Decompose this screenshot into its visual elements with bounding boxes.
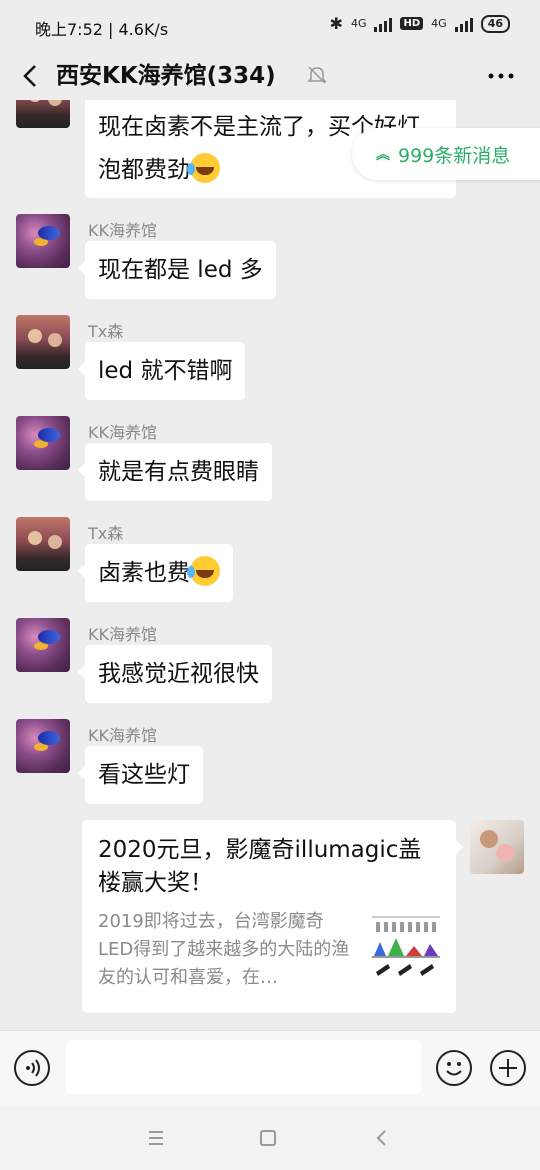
message-bubble[interactable]: 卤素也费 — [78, 544, 233, 602]
more-dots-icon[interactable] — [486, 66, 516, 86]
link-card-description: 2019即将过去，台湾影魔奇LED得到了越来越多的大陆的渔友的认可和喜爱，在… — [98, 911, 350, 988]
chevron-left-icon — [23, 65, 36, 87]
status-bar: 晚上7:52 | 4.6K/s ✱ 4G HD 4G 46 — [0, 0, 540, 52]
signal-icon-2 — [454, 16, 473, 32]
message-bubble[interactable]: 现在都是 led 多 — [78, 241, 276, 299]
more-functions-button[interactable] — [490, 1050, 526, 1086]
message-list[interactable]: 现在卤素不是主流了，买个好灯 泡都费劲 KK海养馆 现在都是 led 多 Tx森… — [0, 100, 540, 1030]
link-card-thumbnail — [370, 912, 442, 984]
rolling-laugh-emoji — [187, 556, 220, 586]
smiley-icon — [446, 1062, 462, 1076]
sender-name: Tx森 — [88, 322, 124, 341]
home-icon[interactable] — [260, 1130, 276, 1146]
avatar[interactable] — [16, 517, 70, 571]
sender-name: KK海养馆 — [88, 625, 157, 644]
chat-header: 西安KK海养馆(334) — [0, 52, 540, 100]
avatar[interactable] — [16, 719, 70, 773]
link-card-title: 2020元旦，影魔奇illumagic盖楼赢大奖！ — [98, 837, 422, 896]
avatar[interactable] — [16, 416, 70, 470]
input-bar — [0, 1030, 540, 1107]
signal-icon — [374, 16, 393, 32]
battery-icon: 46 — [480, 14, 510, 33]
message-text-line2: 泡都费劲 — [98, 157, 190, 183]
avatar[interactable] — [16, 100, 70, 128]
new-messages-button[interactable]: ︽ 999条新消息 — [352, 128, 540, 180]
sender-name: KK海养馆 — [88, 726, 157, 745]
double-chevron-up-icon: ︽ — [376, 147, 390, 163]
sender-name: KK海养馆 — [88, 221, 157, 240]
message-bubble[interactable]: 看这些灯 — [78, 746, 203, 804]
menu-icon[interactable] — [146, 1130, 166, 1146]
avatar[interactable] — [16, 618, 70, 672]
message-bubble[interactable]: 就是有点费眼睛 — [78, 443, 272, 501]
bluetooth-icon: ✱ — [329, 14, 343, 33]
avatar[interactable] — [16, 315, 70, 369]
new-messages-label: 999条新消息 — [398, 144, 511, 167]
system-nav-bar — [0, 1106, 540, 1170]
message-text: 卤素也费 — [98, 560, 190, 586]
emoji-button[interactable] — [436, 1050, 472, 1086]
avatar[interactable] — [16, 214, 70, 268]
page-title: 西安KK海养馆(334) — [56, 63, 276, 89]
hd-badge: HD — [400, 17, 424, 30]
my-avatar[interactable] — [470, 820, 524, 874]
voice-icon — [26, 1059, 40, 1077]
message-bubble[interactable]: led 就不错啊 — [77, 342, 246, 400]
message-input[interactable] — [66, 1040, 421, 1094]
plus-icon — [499, 1059, 517, 1077]
network-type-2: 4G — [431, 17, 447, 30]
sender-name: KK海养馆 — [88, 423, 157, 442]
status-icons: ✱ 4G HD 4G 46 — [330, 14, 510, 33]
status-time-speed: 晚上7:52 | 4.6K/s — [35, 20, 169, 39]
bell-muted-icon — [307, 66, 327, 84]
message-bubble[interactable]: 我感觉近视很快 — [78, 645, 272, 703]
back-icon[interactable] — [372, 1128, 392, 1148]
voice-button[interactable] — [14, 1050, 50, 1086]
network-type-1: 4G — [350, 17, 367, 30]
back-button[interactable] — [14, 58, 46, 94]
rolling-laugh-emoji — [187, 153, 220, 183]
sender-name: Tx森 — [88, 524, 124, 543]
link-card[interactable]: 2020元旦，影魔奇illumagic盖楼赢大奖！ 2019即将过去，台湾影魔奇… — [82, 820, 463, 1013]
